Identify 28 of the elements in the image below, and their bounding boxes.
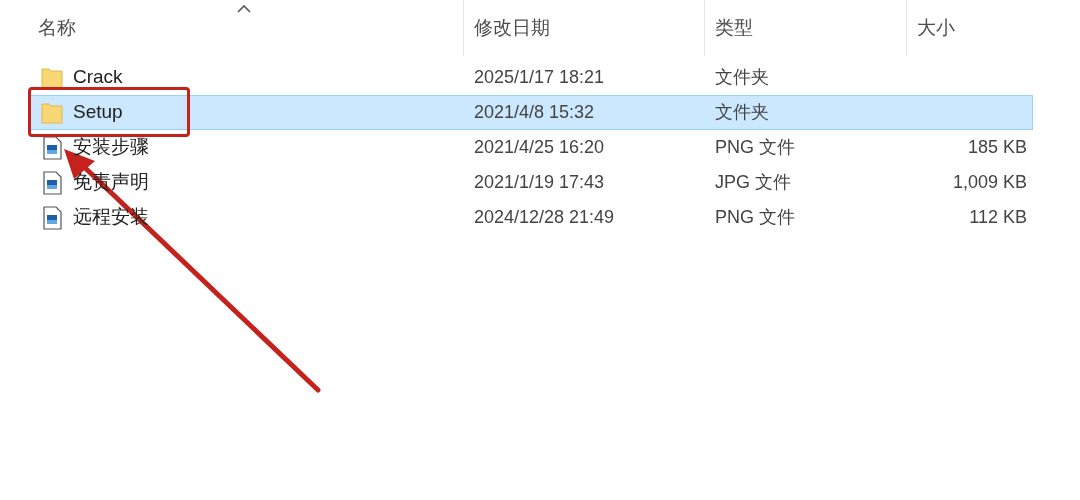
file-type: PNG 文件 xyxy=(715,137,795,157)
file-name: Setup xyxy=(73,100,123,125)
file-row[interactable]: Setup 2021/4/8 15:32 文件夹 xyxy=(30,95,1033,130)
file-date: 2024/12/28 21:49 xyxy=(474,207,615,227)
folder-icon xyxy=(41,65,63,90)
file-date: 2021/1/19 17:43 xyxy=(474,172,605,192)
column-header[interactable]: 修改日期 xyxy=(474,13,550,43)
file-type: JPG 文件 xyxy=(715,172,791,192)
column-header[interactable]: 大小 xyxy=(917,13,955,43)
file-type: PNG 文件 xyxy=(715,207,795,227)
file-row[interactable]: 安装步骤 2021/4/25 16:20 PNG 文件 185 KB xyxy=(30,130,1033,165)
file-date: 2025/1/17 18:21 xyxy=(474,67,605,87)
file-size: 112 KB xyxy=(969,207,1027,227)
image-file-icon xyxy=(41,135,63,160)
file-size: 1,009 KB xyxy=(952,172,1027,192)
column-header[interactable]: 类型 xyxy=(715,13,753,43)
file-date: 2021/4/25 16:20 xyxy=(474,137,605,157)
column-header[interactable]: 名称 xyxy=(38,13,76,43)
file-name: 安装步骤 xyxy=(73,135,149,160)
file-date: 2021/4/8 15:32 xyxy=(474,102,595,122)
image-file-icon xyxy=(41,170,63,195)
file-type: 文件夹 xyxy=(715,67,769,87)
image-file-icon xyxy=(41,205,63,230)
file-name: Crack xyxy=(73,65,123,90)
file-row[interactable]: Crack 2025/1/17 18:21 文件夹 xyxy=(30,60,1033,95)
file-type: 文件夹 xyxy=(715,102,769,122)
file-size: 185 KB xyxy=(967,137,1027,157)
folder-icon xyxy=(41,100,63,125)
